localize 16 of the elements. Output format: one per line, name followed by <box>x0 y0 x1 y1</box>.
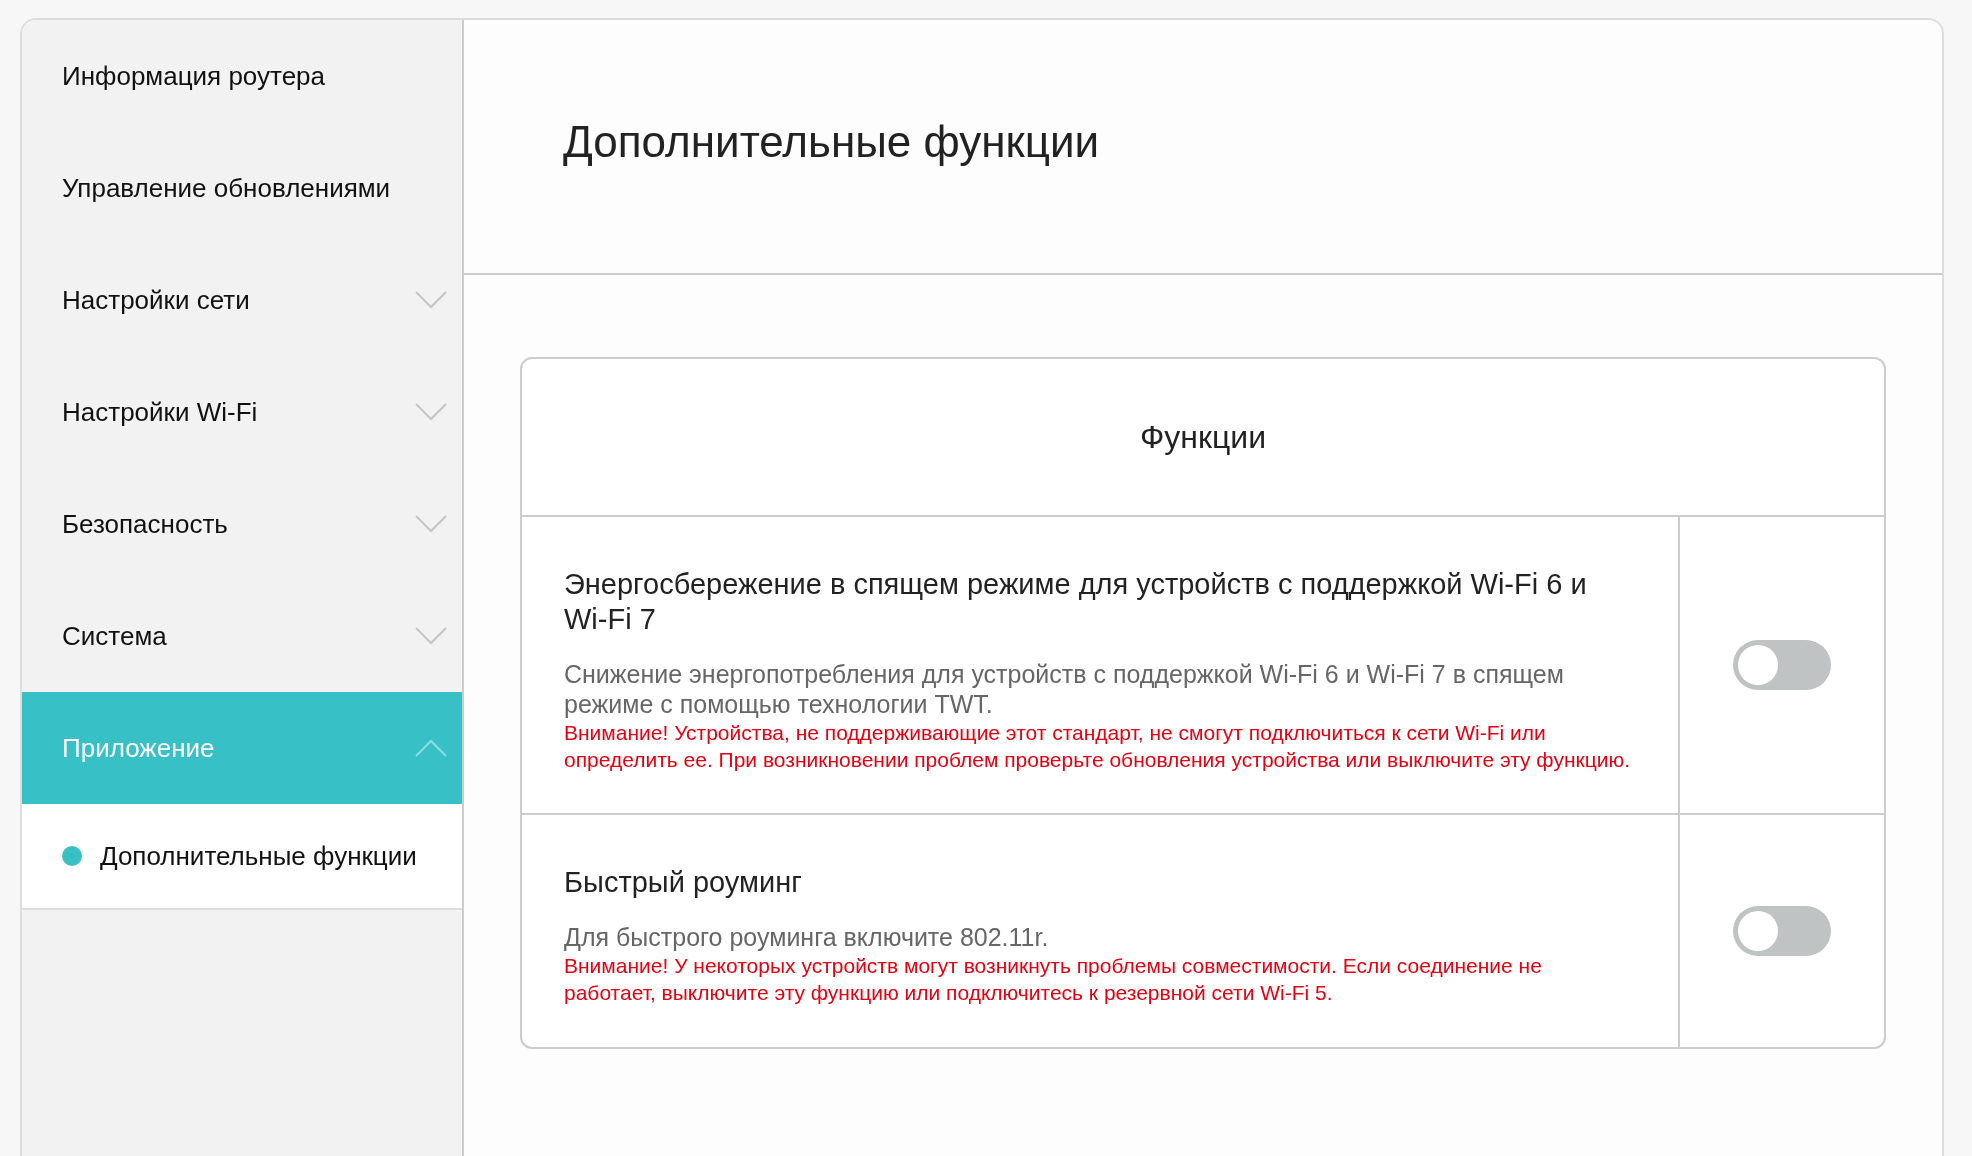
warning-text: Внимание! У некоторых устройств могут возникнуть проблемы совместимости. Если соединение не работает, выключите эту функцию или подключитесь к резервной сети Wi-Fi 5. <box>564 953 1543 1007</box>
feature-description: Для быстрого роуминга включите 802.11r. <box>564 922 1050 952</box>
feature-title: Быстрый роуминг <box>564 865 803 900</box>
warning-text: Внимание! Устройства, не поддерживающие этот стандарт, не смогут подключиться к сети Wi-Fi или определить ее. При возникновении проблем проверьте обновления устройства или выключите эту функцию. <box>564 719 1632 773</box>
submenu-item[interactable]: Дополнительные функции <box>22 804 462 910</box>
card-title: Функции <box>1139 418 1267 456</box>
feature-description: Снижение энергопотребления для устройств с поддержкой Wi-Fi 6 и Wi-Fi 7 в спящем режиме с помощью технологии TWT. <box>564 658 1565 719</box>
page-title: Дополнительные функции <box>563 116 1100 167</box>
chevron-up-icon <box>414 738 448 758</box>
feature-title: Энергосбережение в спящем режиме для устройств с поддержкой Wi-Fi 6 и Wi-Fi 7 <box>564 567 1588 637</box>
chevron-down-icon <box>414 626 448 646</box>
chevron-down-icon <box>414 514 448 534</box>
toggle-switch[interactable] <box>1733 640 1831 691</box>
chevron-down-icon <box>414 290 448 310</box>
chevron-down-icon <box>414 402 448 422</box>
toggle-switch[interactable] <box>1733 905 1831 956</box>
